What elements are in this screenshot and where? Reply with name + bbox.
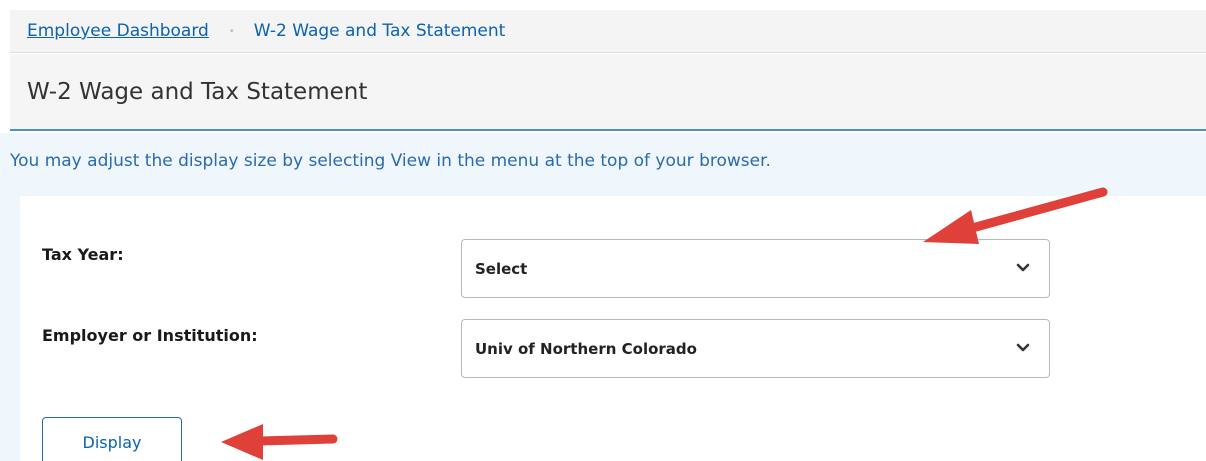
- tax-year-label: Tax Year:: [42, 245, 124, 264]
- employer-select[interactable]: Univ of Northern Colorado: [461, 319, 1050, 378]
- display-button[interactable]: Display: [42, 417, 182, 461]
- page-header: W-2 Wage and Tax Statement: [10, 54, 1206, 131]
- chevron-down-icon: [1016, 263, 1030, 271]
- breadcrumb-separator: •: [228, 25, 235, 37]
- tax-year-selected-value: Select: [475, 259, 528, 278]
- breadcrumb: Employee Dashboard • W-2 Wage and Tax St…: [10, 10, 1206, 53]
- breadcrumb-current: W-2 Wage and Tax Statement: [253, 21, 506, 41]
- annotation-arrow-tax-year: [923, 187, 1108, 244]
- chevron-down-icon: [1016, 343, 1030, 351]
- employer-selected-value: Univ of Northern Colorado: [475, 339, 697, 358]
- page-title: W-2 Wage and Tax Statement: [27, 78, 368, 105]
- breadcrumb-employee-dashboard-link[interactable]: Employee Dashboard: [27, 21, 209, 41]
- annotation-arrow-display: [221, 424, 338, 460]
- info-message: You may adjust the display size by selec…: [10, 151, 771, 171]
- employer-label: Employer or Institution:: [42, 326, 258, 345]
- form-gutter: [0, 196, 20, 461]
